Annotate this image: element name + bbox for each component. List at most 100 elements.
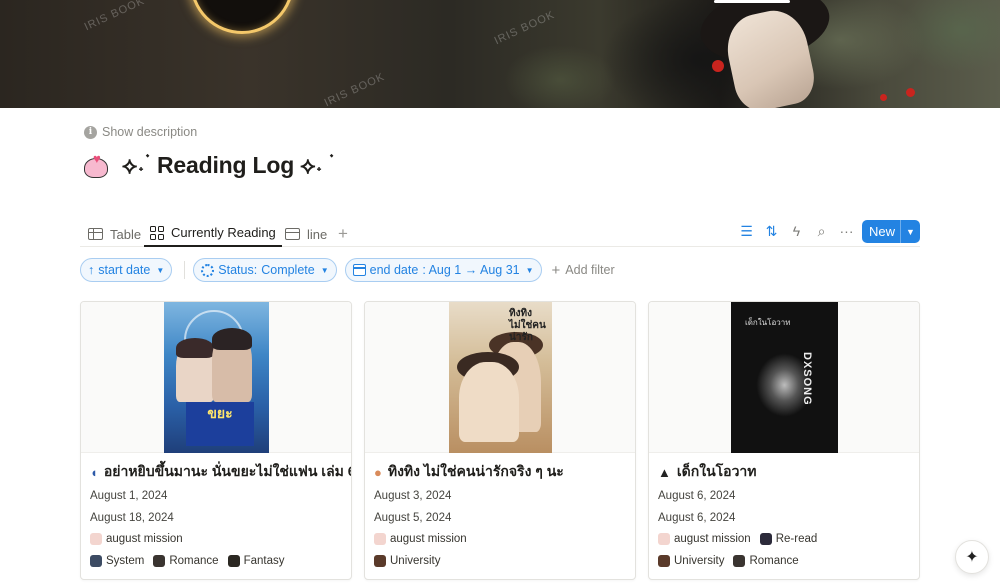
plus-icon: + (338, 224, 348, 243)
card-cover: ขยะ (81, 302, 351, 453)
status-filter-key: Status: (218, 263, 258, 277)
sort-button[interactable]: ⇅ (759, 220, 784, 242)
mission-tags: august mission Re-read (658, 533, 817, 545)
gallery-card[interactable]: ทิงทิง ไม่ใช่คนน่ารัก ● ทิงทิง ไม่ใช่คนน… (364, 301, 636, 580)
ai-assistant-button[interactable]: ✦ (955, 540, 989, 574)
page-title[interactable]: ⟡˖ ࣪ Reading Log ⟡˖ ࣪ (122, 152, 329, 179)
show-description-button[interactable]: i Show description (84, 125, 197, 139)
tag-image-icon (658, 555, 670, 567)
search-icon: ⌕ (817, 222, 826, 239)
lightning-icon: ϟ (792, 223, 801, 239)
status-filter-value: Complete (261, 263, 315, 277)
tag-label: august mission (674, 533, 751, 545)
tag-label: Re-read (775, 533, 818, 545)
end-date: August 6, 2024 (658, 512, 736, 524)
tab-table[interactable]: Table (82, 221, 147, 247)
tag-item: august mission (90, 533, 183, 545)
show-description-label: Show description (102, 125, 198, 139)
end-date-filter-chip[interactable]: end date : Aug 1 → Aug 31 ▼ (344, 258, 542, 282)
end-date: August 5, 2024 (374, 512, 452, 524)
end-date: August 18, 2024 (90, 512, 174, 524)
card-title[interactable]: ◖ อย่าหยิบขึ้นมานะ นั่นขยะไม่ใช่แฟน เล่ม… (90, 461, 351, 483)
filter-bar: ↑ start date ▼ Status: Complete ▼ end da… (80, 258, 615, 282)
tag-image-icon (227, 555, 240, 567)
more-button[interactable]: ··· (834, 220, 859, 242)
plus-icon: + (551, 261, 561, 279)
tag-item: Re-read (759, 533, 818, 545)
tag-image-icon (153, 555, 166, 567)
end-date-filter-key: end date (369, 263, 419, 277)
chevron-down-icon[interactable]: ▼ (901, 227, 920, 237)
tag-image-icon (90, 555, 102, 567)
book-cover-title: ทิงทิง ไม่ใช่คนน่ารัก (509, 308, 546, 343)
genre-tags: System Romance Fantasy (90, 555, 284, 567)
card-cover: ทิงทิง ไม่ใช่คนน่ารัก (365, 302, 635, 453)
genre-tags: University (374, 555, 440, 567)
tab-label: Table (110, 226, 142, 242)
calendar-icon (352, 264, 366, 276)
tag-label: System (106, 555, 145, 567)
sort-chip[interactable]: ↑ start date ▼ (80, 258, 173, 282)
status-icon (201, 263, 215, 277)
page-title-row: ♥ ⟡˖ ࣪ Reading Log ⟡˖ ࣪ (82, 150, 329, 180)
cat-icon: ▲ (658, 464, 671, 480)
status-filter-chip[interactable]: Status: Complete ▼ (193, 258, 337, 282)
tag-item: University (374, 555, 440, 567)
start-date: August 1, 2024 (90, 490, 168, 502)
sort-icon: ⇅ (765, 222, 778, 239)
sparkle-icon: ✦ (965, 549, 979, 566)
tag-image-icon (733, 555, 746, 567)
card-title-text: ทิงทิง ไม่ใช่คนน่ารักจริง ๆ นะ (387, 463, 564, 479)
cover-watermark: IRIS BOOK (322, 70, 387, 108)
page-cover[interactable]: IRIS BOOK IRIS BOOK IRIS BOOK (0, 0, 1000, 108)
ellipsis-icon: ··· (839, 223, 854, 239)
gallery-icon (150, 225, 164, 240)
eclipse-art (190, 0, 294, 34)
book-cover-image: ทิงทิง ไม่ใช่คนน่ารัก (449, 302, 552, 453)
chevron-down-icon: ▼ (156, 265, 165, 275)
start-date: August 6, 2024 (658, 490, 736, 502)
book-cover-image: เด็กในโอวาท DXSONG (731, 302, 838, 453)
book-cover-title: เด็กในโอวาท (745, 318, 791, 327)
cover-watermark: IRIS BOOK (492, 8, 557, 48)
card-title[interactable]: ● ทิงทิง ไม่ใช่คนน่ารักจริง ๆ นะ (374, 461, 564, 483)
chevron-down-icon: ▼ (320, 265, 329, 275)
card-title[interactable]: ▲ เด็กในโอวาท (658, 461, 757, 483)
table-icon (88, 228, 103, 240)
flower-art (906, 88, 915, 97)
tag-item: System (90, 555, 144, 567)
mission-tags: august mission (90, 533, 183, 545)
tag-item: Romance (153, 555, 219, 567)
filter-button[interactable]: ☰ (734, 220, 759, 242)
tag-item: Romance (733, 555, 799, 567)
tab-line[interactable]: line (279, 221, 333, 247)
tag-label: Romance (169, 555, 219, 567)
end-date-filter-value: : Aug 1 → Aug 31 (422, 263, 520, 277)
tab-label: Currently Reading (171, 225, 276, 240)
tag-item: Fantasy (227, 555, 285, 567)
gallery-card[interactable]: ขยะ ◖ อย่าหยิบขึ้นมานะ นั่นขยะไม่ใช่แฟน … (80, 301, 352, 580)
sort-label: start date (98, 263, 151, 277)
card-cover: เด็กในโอวาท DXSONG (649, 302, 919, 453)
gallery-card[interactable]: เด็กในโอวาท DXSONG ▲ เด็กในโอวาท August … (648, 301, 920, 580)
new-button-label: New (869, 224, 896, 239)
tag-label: august mission (106, 533, 183, 545)
tag-item: august mission (374, 533, 467, 545)
page-emoji-icon[interactable]: ♥ (82, 150, 112, 180)
new-button[interactable]: New ▼ (862, 220, 920, 243)
tag-label: Fantasy (243, 555, 285, 567)
view-toolbar: ☰ ⇅ ϟ ⌕ ··· (734, 220, 859, 242)
book-cover-image: ขยะ (164, 302, 269, 453)
tag-label: august mission (390, 533, 467, 545)
cap-icon: ◖ (90, 464, 98, 480)
search-button[interactable]: ⌕ (809, 220, 834, 242)
tab-currently-reading[interactable]: Currently Reading (144, 220, 282, 247)
tag-label: University (674, 555, 725, 567)
automation-button[interactable]: ϟ (784, 220, 809, 242)
add-filter-button[interactable]: + Add filter (552, 262, 615, 279)
add-view-button[interactable]: + (332, 221, 354, 247)
genre-tags: University Romance (658, 555, 799, 567)
flower-art (712, 60, 724, 72)
start-date: August 3, 2024 (374, 490, 452, 502)
train-icon (759, 533, 772, 545)
